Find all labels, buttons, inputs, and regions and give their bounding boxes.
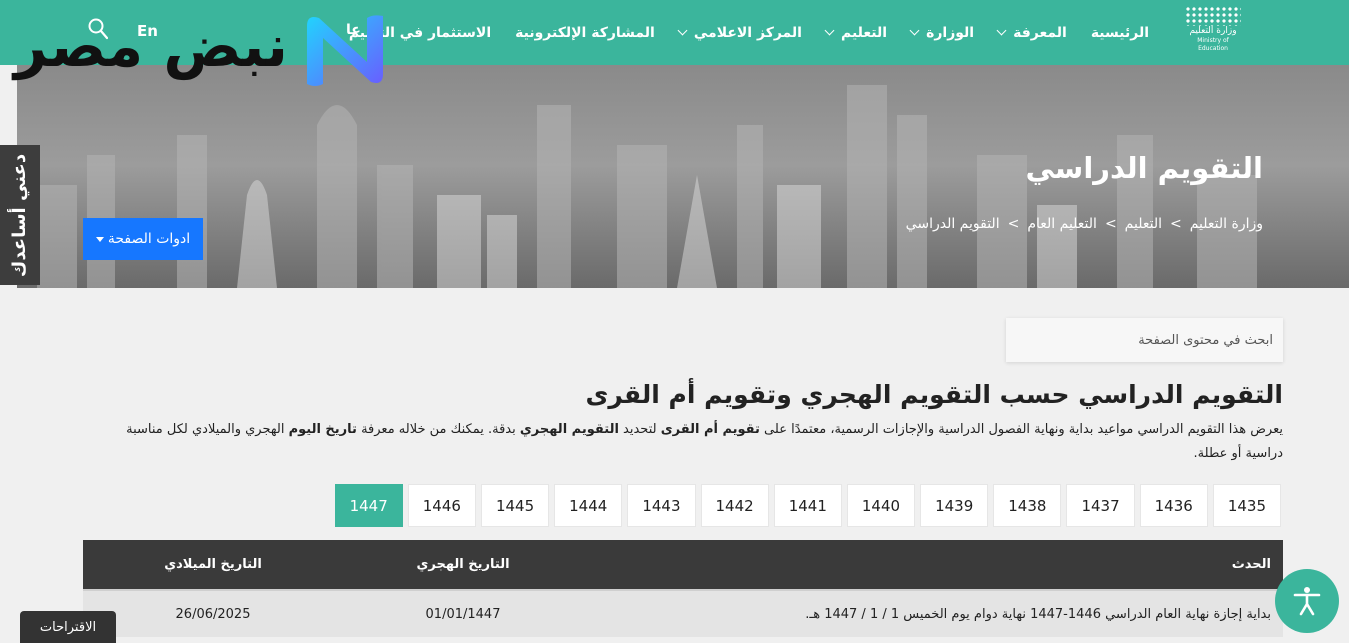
main-nav: الرئيسية المعرفة الوزارة التعليم المركز … — [349, 0, 1149, 65]
year-button-1441[interactable]: 1441 — [773, 484, 842, 527]
chevron-down-icon — [996, 25, 1007, 36]
cell-hijri: 01/01/1447 — [425, 606, 501, 622]
breadcrumb-link-education[interactable]: التعليم — [1125, 216, 1162, 232]
page-hero: التقويم الدراسي وزارة التعليم > التعليم … — [17, 65, 1349, 288]
table-header: الحدث التاريخ الهجري التاريخ الميلادي — [83, 540, 1283, 589]
year-selector: 1435 1436 1437 1438 1439 1440 1441 1442 … — [334, 484, 1281, 527]
intro-paragraph: يعرض هذا التقويم الدراسي مواعيد بداية ون… — [103, 418, 1283, 466]
nav-item-label: الرئيسية — [1090, 24, 1149, 41]
logo-mark-icon — [1185, 6, 1241, 26]
cell-gregorian: 26/06/2025 — [175, 606, 251, 622]
year-button-1438[interactable]: 1438 — [993, 484, 1062, 527]
intro-text: يعرض هذا التقويم الدراسي مواعيد بداية ون… — [759, 422, 1283, 437]
year-button-1439[interactable]: 1439 — [920, 484, 989, 527]
column-header-gregorian: التاريخ الميلادي — [164, 557, 262, 572]
help-tab-label: دعني أساعدك — [9, 153, 31, 277]
nav-item-label: المركز الاعلامي — [693, 24, 802, 41]
brand-n-logo-icon — [307, 15, 383, 86]
column-header-hijri: التاريخ الهجري — [416, 557, 510, 572]
nav-item-label: الوزارة — [926, 24, 975, 41]
help-side-tab[interactable]: دعني أساعدك — [0, 145, 40, 285]
nav-item-e-participation[interactable]: المشاركة الإلكترونية — [515, 25, 655, 41]
year-button-1444[interactable]: 1444 — [554, 484, 623, 527]
breadcrumb-current: التقويم الدراسي — [905, 216, 1000, 232]
year-button-1443[interactable]: 1443 — [627, 484, 696, 527]
year-button-1437[interactable]: 1437 — [1066, 484, 1135, 527]
year-button-1436[interactable]: 1436 — [1139, 484, 1208, 527]
year-button-1445[interactable]: 1445 — [480, 484, 550, 527]
intro-text: بدقة. يمكنك من خلاله معرفة — [356, 422, 520, 437]
chevron-down-icon — [824, 25, 835, 36]
cell-event: بداية إجازة نهاية العام الدراسي 1446-144… — [805, 606, 1271, 622]
page-tools-button[interactable]: ادوات الصفحة — [83, 218, 203, 260]
breadcrumb-separator: > — [1007, 216, 1020, 232]
nav-item-media-center[interactable]: المركز الاعلامي — [677, 24, 802, 41]
page-title: التقويم الدراسي — [1025, 151, 1263, 185]
nav-item-label: المعرفة — [1013, 24, 1067, 41]
nav-item-home[interactable]: الرئيسية — [1091, 25, 1149, 41]
year-button-1435[interactable]: 1435 — [1212, 484, 1281, 527]
breadcrumb-link-general-education[interactable]: التعليم العام — [1027, 216, 1097, 232]
breadcrumb-separator: > — [1169, 216, 1182, 232]
caret-down-icon — [95, 236, 104, 242]
nav-item-label: المشاركة الإلكترونية — [515, 24, 655, 41]
suggestions-tab[interactable]: الاقتراحات — [20, 611, 116, 643]
nav-item-education[interactable]: التعليم — [824, 24, 888, 41]
nav-item-ministry[interactable]: الوزارة — [909, 24, 975, 41]
page-search-input[interactable] — [1006, 318, 1283, 362]
intro-text: لتحديد — [618, 422, 661, 437]
brand-wordmark: نبض مصر — [14, 12, 288, 80]
chevron-down-icon — [909, 25, 920, 36]
accessibility-button[interactable] — [1275, 569, 1339, 633]
ministry-logo[interactable]: وزارة التعليم Ministry of Education — [1183, 6, 1243, 52]
breadcrumb-link-ministry[interactable]: وزارة التعليم — [1190, 216, 1263, 232]
intro-bold-umm-al-qura: تقويم أم القرى — [660, 422, 760, 437]
logo-text-en: Ministry of Education — [1197, 37, 1229, 52]
section-title: التقويم الدراسي حسب التقويم الهجري وتقوي… — [585, 380, 1283, 409]
chevron-down-icon — [677, 25, 688, 36]
breadcrumb-separator: > — [1104, 216, 1117, 232]
nav-item-label: التعليم — [840, 24, 888, 41]
logo-text-ar: وزارة التعليم — [1189, 26, 1237, 36]
suggestions-label: الاقتراحات — [39, 619, 97, 635]
year-button-1442[interactable]: 1442 — [700, 484, 769, 527]
accessibility-icon — [1293, 587, 1321, 616]
year-button-1446[interactable]: 1446 — [407, 484, 476, 527]
breadcrumb: وزارة التعليم > التعليم > التعليم العام … — [906, 216, 1263, 232]
table-row: بداية إجازة نهاية العام الدراسي 1446-144… — [83, 589, 1283, 637]
intro-bold-hijri-calendar: التقويم الهجري — [519, 422, 619, 437]
calendar-table: الحدث التاريخ الهجري التاريخ الميلادي بد… — [83, 540, 1283, 637]
intro-bold-today-date: تاريخ اليوم — [288, 422, 357, 437]
column-header-event: الحدث — [1231, 557, 1271, 572]
page-tools-label: ادوات الصفحة — [107, 231, 191, 247]
nav-item-knowledge[interactable]: المعرفة — [996, 24, 1067, 41]
year-button-1447[interactable]: 1447 — [334, 484, 403, 527]
year-button-1440[interactable]: 1440 — [846, 484, 916, 527]
